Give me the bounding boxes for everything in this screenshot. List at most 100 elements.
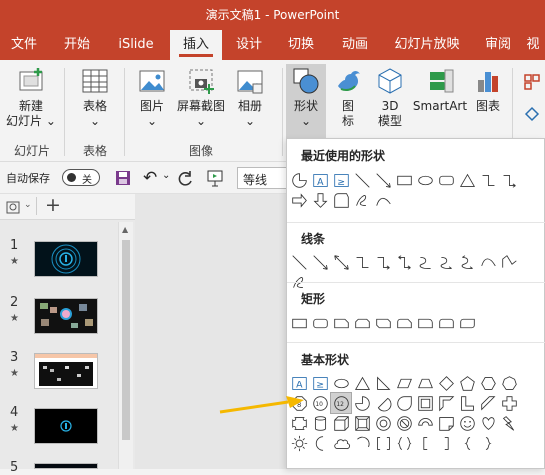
oval-shape-icon[interactable] [331, 373, 351, 393]
partial-circle-shape-icon[interactable] [352, 393, 372, 413]
line-shape-icon[interactable] [289, 252, 309, 272]
icons-button[interactable]: 图 标 [330, 66, 366, 129]
chart-button[interactable]: 图表 [470, 66, 506, 114]
freeform-shape-icon[interactable] [499, 252, 519, 272]
heptagon-shape-icon[interactable] [499, 373, 519, 393]
cloud-shape-icon[interactable] [331, 433, 351, 453]
no-symbol-shape-icon[interactable] [394, 413, 414, 433]
rounded-rect-shape-icon[interactable] [310, 313, 330, 333]
round-single-corner-shape-icon[interactable] [415, 313, 435, 333]
redo-icon[interactable] [177, 169, 195, 190]
action-icon[interactable] [524, 106, 540, 125]
tab-view[interactable]: 视 [522, 30, 544, 60]
scroll-thumb[interactable] [122, 240, 130, 440]
rounded-rect-shape-icon[interactable] [436, 170, 456, 190]
3d-model-button[interactable]: 3D 模型 [370, 66, 410, 129]
moon-shape-icon[interactable] [310, 433, 330, 453]
textbox-shape-icon[interactable]: A [289, 373, 309, 393]
vertical-textbox-shape-icon[interactable]: ≥ [331, 170, 351, 190]
curved-arrow-shape-icon[interactable] [436, 252, 456, 272]
slide-thumbnail[interactable] [34, 298, 98, 334]
dodecagon-shape-icon[interactable]: 12 [330, 392, 352, 414]
table-button[interactable]: 表格 ⌄ [72, 66, 118, 129]
lightning-bolt-shape-icon[interactable] [499, 413, 519, 433]
tab-slideshow[interactable]: 幻灯片放映 [384, 30, 470, 60]
tab-file[interactable]: 文件 [4, 30, 44, 60]
arrow-line-shape-icon[interactable] [373, 170, 393, 190]
curve-shape-icon[interactable] [373, 190, 393, 210]
vertical-textbox-shape-icon[interactable]: ≥ [310, 373, 330, 393]
round-same-side-shape-icon[interactable] [436, 313, 456, 333]
arrow-line-shape-icon[interactable] [310, 252, 330, 272]
hexagon-shape-icon[interactable] [478, 373, 498, 393]
font-box[interactable]: 等线 [237, 167, 289, 189]
triangle-shape-icon[interactable] [352, 373, 372, 393]
teardrop-shape-icon[interactable] [394, 393, 414, 413]
tab-review[interactable]: 审阅 [476, 30, 520, 60]
chord-shape-icon[interactable] [373, 393, 393, 413]
tab-design[interactable]: 设计 [224, 30, 274, 60]
chevron-down-icon[interactable]: ⌄ [24, 200, 32, 210]
frame-shape-icon[interactable] [415, 393, 435, 413]
right-arrow-shape-icon[interactable] [289, 190, 309, 210]
chevron-down-icon[interactable]: ⌄ [162, 170, 170, 181]
triangle-shape-icon[interactable] [457, 170, 477, 190]
elbow-connector-shape-icon[interactable] [352, 252, 372, 272]
curved-double-arrow-shape-icon[interactable] [457, 252, 477, 272]
parallelogram-shape-icon[interactable] [394, 373, 414, 393]
donut-shape-icon[interactable] [373, 413, 393, 433]
new-slide-button[interactable]: 新建 幻灯片 ⌄ [4, 66, 58, 129]
oval-shape-icon[interactable] [415, 170, 435, 190]
snip-single-corner-shape-icon[interactable] [331, 313, 351, 333]
snip-round-shape-icon[interactable] [394, 313, 414, 333]
folded-corner-shape-icon[interactable] [436, 413, 456, 433]
section-icon[interactable] [5, 199, 21, 218]
half-frame-shape-icon[interactable] [436, 393, 456, 413]
pentagon-shape-icon[interactable] [457, 373, 477, 393]
slide-thumbnail[interactable] [34, 463, 98, 469]
shapes-button[interactable]: 形状 ⌄ [286, 64, 326, 140]
pie-shape-icon[interactable] [289, 170, 309, 190]
double-bracket-shape-icon[interactable] [373, 433, 393, 453]
down-arrow-shape-icon[interactable] [310, 190, 330, 210]
smartart-button[interactable]: SmartArt [412, 66, 468, 114]
elbow-double-arrow-shape-icon[interactable] [394, 252, 414, 272]
slide-thumbnail[interactable] [34, 241, 98, 277]
thumbnail-scrollbar[interactable]: ▲ [118, 222, 133, 469]
tab-insert[interactable]: 插入 [170, 30, 222, 60]
rectangle-shape-icon[interactable] [289, 313, 309, 333]
scroll-up-icon[interactable]: ▲ [122, 225, 128, 234]
elbow-arrow-shape-icon[interactable] [373, 252, 393, 272]
tab-transitions[interactable]: 切换 [276, 30, 326, 60]
arc-shape-icon[interactable] [352, 433, 372, 453]
right-triangle-shape-icon[interactable] [373, 373, 393, 393]
link-icon[interactable] [524, 74, 540, 93]
textbox-shape-icon[interactable]: A [310, 170, 330, 190]
smiley-face-shape-icon[interactable] [457, 413, 477, 433]
tab-islide[interactable]: iSlide [110, 30, 162, 60]
right-bracket-shape-icon[interactable] [436, 433, 456, 453]
left-bracket-shape-icon[interactable] [415, 433, 435, 453]
line-shape-icon[interactable] [352, 170, 372, 190]
cube-shape-icon[interactable] [331, 413, 351, 433]
diagonal-stripe-shape-icon[interactable] [478, 393, 498, 413]
save-icon[interactable] [114, 169, 132, 190]
autosave-toggle[interactable]: 关 [62, 169, 100, 186]
add-slide-icon[interactable]: + [45, 194, 61, 216]
undo-icon[interactable]: ↶ [143, 168, 157, 188]
slide-thumbnail[interactable] [34, 408, 98, 444]
decagon-shape-icon[interactable]: 10 [310, 393, 330, 413]
left-brace-shape-icon[interactable] [457, 433, 477, 453]
picture-button[interactable]: 图片 ⌄ [130, 66, 174, 129]
double-arrow-line-shape-icon[interactable] [331, 252, 351, 272]
snip-diagonal-shape-icon[interactable] [373, 313, 393, 333]
round-diagonal-shape-icon[interactable] [457, 313, 477, 333]
slide-canvas[interactable] [135, 194, 286, 469]
album-button[interactable]: 相册 ⌄ [230, 66, 270, 129]
elbow-arrow-shape-icon[interactable] [499, 170, 519, 190]
curve-shape-icon[interactable] [478, 252, 498, 272]
l-shape-icon[interactable] [457, 393, 477, 413]
slide-thumbnail[interactable] [34, 353, 98, 389]
diamond-shape-icon[interactable] [436, 373, 456, 393]
elbow-connector-shape-icon[interactable] [478, 170, 498, 190]
